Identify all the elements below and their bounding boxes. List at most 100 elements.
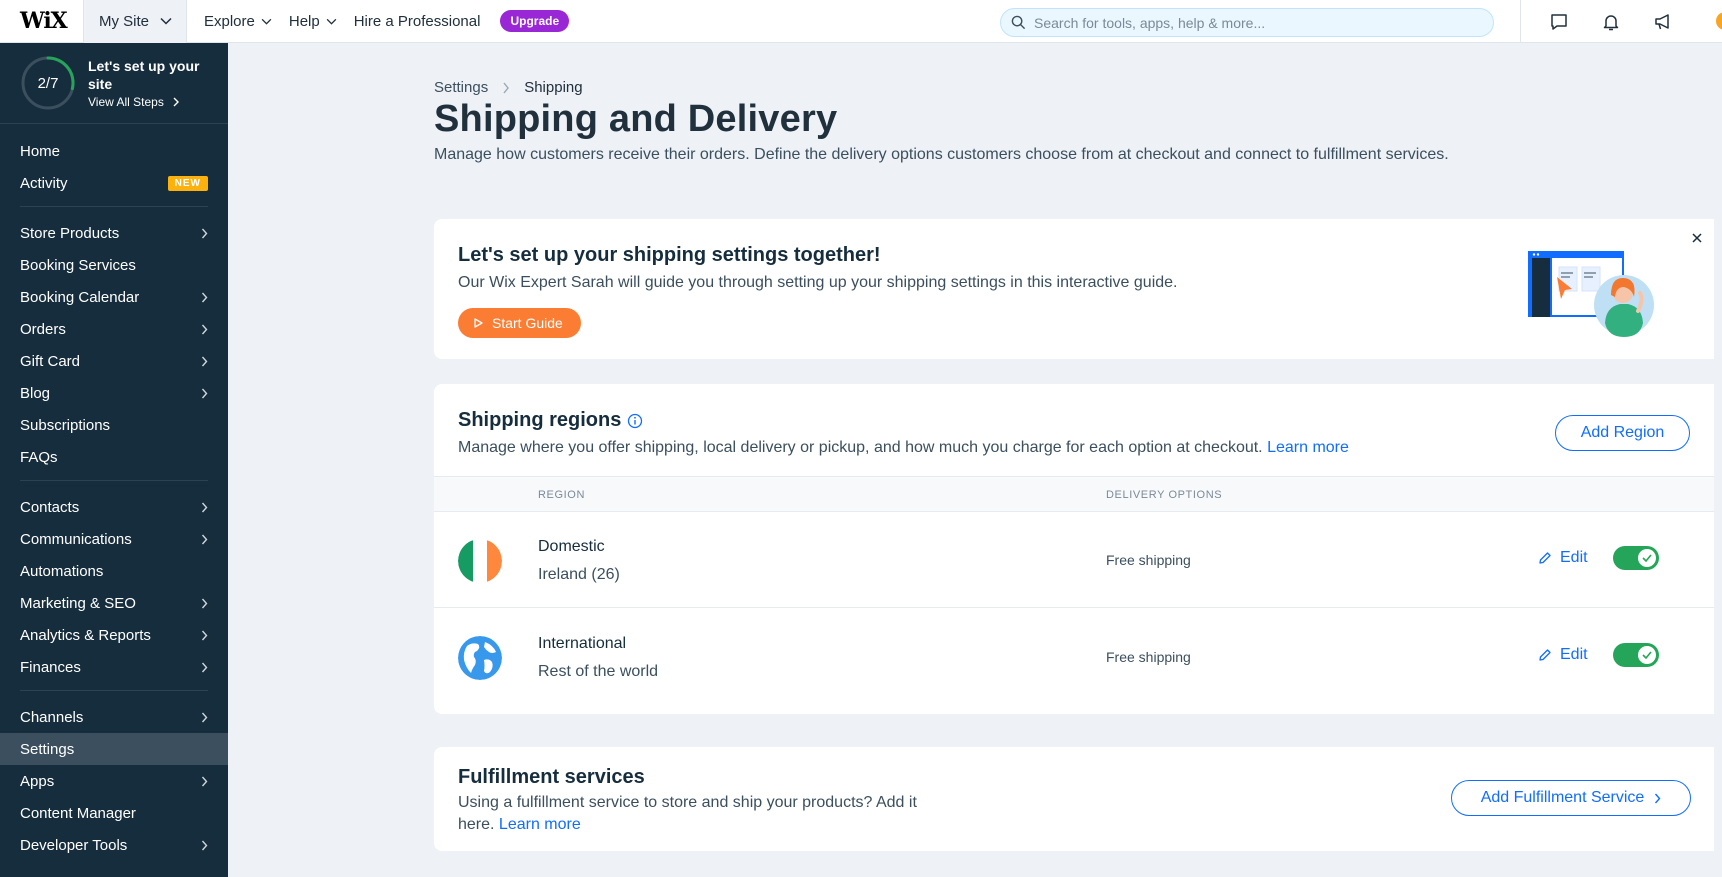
region-enabled-toggle[interactable]	[1613, 546, 1659, 570]
table-row[interactable]: Domestic Ireland (26) Free shipping Edit	[434, 512, 1714, 608]
setup-guide-card: Let's set up your shipping settings toge…	[434, 219, 1714, 359]
edit-region-button[interactable]: Edit	[1538, 549, 1588, 567]
chevron-right-icon	[201, 388, 208, 398]
setup-progress-widget[interactable]: 2/7 Let's set up your site View All Step…	[0, 43, 228, 124]
regions-heading: Shipping regions	[458, 409, 643, 432]
guide-description: Our Wix Expert Sarah will guide you thro…	[458, 274, 1178, 291]
fulfillment-description: Using a fulfillment service to store and…	[458, 792, 948, 836]
search-input[interactable]	[1034, 14, 1474, 31]
sidebar-item-communications[interactable]: Communications	[20, 523, 208, 555]
sidebar-item-orders[interactable]: Orders	[20, 313, 208, 345]
sidebar-item-label: Booking Services	[20, 256, 136, 274]
breadcrumb-settings[interactable]: Settings	[434, 79, 488, 96]
chevron-down-icon	[326, 18, 337, 25]
edit-label: Edit	[1560, 646, 1588, 663]
guide-illustration	[1528, 251, 1654, 337]
play-icon	[474, 318, 483, 328]
chevron-right-icon	[201, 534, 208, 544]
regions-description-text: Manage where you offer shipping, local d…	[458, 439, 1263, 456]
chevron-right-icon	[201, 712, 208, 722]
wix-logo[interactable]: WiX	[0, 0, 83, 43]
sidebar-item-channels[interactable]: Channels	[20, 701, 208, 733]
sidebar-item-label: Orders	[20, 320, 66, 338]
sidebar-item-label: Contacts	[20, 498, 80, 516]
toggle-knob	[1638, 549, 1656, 567]
sidebar-item-label: Developer Tools	[20, 836, 128, 854]
globe-icon	[458, 636, 502, 680]
chevron-right-icon	[201, 630, 208, 640]
sidebar-item-developer-tools[interactable]: Developer Tools	[20, 829, 208, 861]
sidebar-item-apps[interactable]: Apps	[20, 765, 208, 797]
table-row[interactable]: International Rest of the world Free shi…	[434, 609, 1714, 705]
column-region: REGION	[538, 489, 585, 501]
sidebar-item-label: Gift Card	[20, 352, 81, 370]
sidebar-item-label: Automations	[20, 562, 104, 580]
setup-title: Let's set up your site	[88, 58, 200, 92]
region-name: International	[538, 635, 627, 652]
pencil-icon	[1539, 649, 1551, 661]
sidebar-group: Home Activity NEW	[20, 135, 208, 207]
nav-explore[interactable]: Explore	[204, 13, 272, 30]
upgrade-button[interactable]: Upgrade	[500, 10, 570, 32]
sidebar-item-faqs[interactable]: FAQs	[20, 441, 208, 473]
progress-count: 2/7	[37, 74, 59, 92]
site-selector[interactable]: My Site	[83, 0, 187, 43]
edit-region-button[interactable]: Edit	[1538, 646, 1588, 664]
guide-title: Let's set up your shipping settings toge…	[458, 244, 881, 266]
chevron-right-icon	[1655, 793, 1661, 803]
add-fulfillment-label: Add Fulfillment Service	[1480, 789, 1645, 806]
close-icon[interactable]	[1689, 230, 1705, 246]
chevron-right-icon	[173, 97, 179, 107]
info-icon[interactable]	[627, 413, 643, 429]
sidebar-item-label: Booking Calendar	[20, 288, 140, 306]
column-delivery-options: DELIVERY OPTIONS	[1106, 489, 1223, 501]
regions-learn-more-link[interactable]: Learn more	[1267, 439, 1349, 456]
sidebar-item-label: Home	[20, 142, 61, 160]
bell-icon[interactable]	[1599, 10, 1623, 34]
chevron-right-icon	[201, 840, 208, 850]
sidebar-item-booking-services[interactable]: Booking Services	[20, 249, 208, 281]
sidebar-item-store-products[interactable]: Store Products	[20, 217, 208, 249]
sidebar-item-finances[interactable]: Finances	[20, 651, 208, 683]
sidebar-item-label: Settings	[20, 740, 75, 758]
chat-icon[interactable]	[1547, 10, 1571, 34]
sidebar-item-label: Content Manager	[20, 804, 136, 822]
sidebar-item-label: Blog	[20, 384, 51, 402]
chevron-right-icon	[201, 292, 208, 302]
sidebar-item-subscriptions[interactable]: Subscriptions	[20, 409, 208, 441]
sidebar-item-gift-card[interactable]: Gift Card	[20, 345, 208, 377]
nav-hire-label: Hire a Professional	[353, 12, 481, 30]
megaphone-icon[interactable]	[1651, 10, 1675, 34]
fulfillment-learn-more-link[interactable]: Learn more	[499, 816, 581, 833]
add-fulfillment-service-button[interactable]: Add Fulfillment Service	[1451, 780, 1691, 816]
regions-table-header: REGION DELIVERY OPTIONS	[434, 476, 1714, 512]
sidebar-item-label: Store Products	[20, 224, 120, 242]
nav-help[interactable]: Help	[289, 13, 337, 30]
sidebar-item-blog[interactable]: Blog	[20, 377, 208, 409]
region-enabled-toggle[interactable]	[1613, 643, 1659, 667]
sidebar-item-activity[interactable]: Activity NEW	[20, 167, 208, 199]
chevron-right-icon	[201, 356, 208, 366]
sidebar-item-booking-calendar[interactable]: Booking Calendar	[20, 281, 208, 313]
sidebar-nav: Home Activity NEW Store Products Booking Ser…	[0, 124, 228, 868]
nav-hire-professional[interactable]: Hire a Professional	[354, 13, 481, 30]
sidebar-item-marketing-and-seo[interactable]: Marketing & SEO	[20, 587, 208, 619]
sidebar-item-automations[interactable]: Automations	[20, 555, 208, 587]
sidebar-item-contacts[interactable]: Contacts	[20, 491, 208, 523]
region-name: Domestic	[538, 538, 605, 555]
avatar[interactable]	[1716, 12, 1722, 30]
view-all-steps-link[interactable]: View All Steps	[88, 95, 206, 109]
breadcrumb: Settings Shipping	[434, 79, 583, 96]
sidebar-item-content-manager[interactable]: Content Manager	[20, 797, 208, 829]
start-guide-button[interactable]: Start Guide	[458, 308, 581, 338]
sidebar-item-label: Apps	[20, 772, 55, 790]
sidebar-item-settings[interactable]: Settings	[0, 733, 228, 765]
sidebar-group: Channels Settings Apps Content Manager Devel…	[0, 701, 228, 868]
sidebar-item-home[interactable]: Home	[20, 135, 208, 167]
add-region-button[interactable]: Add Region	[1555, 415, 1690, 451]
chevron-right-icon	[201, 228, 208, 238]
sidebar-group: Store Products Booking Services Booking Ca…	[20, 217, 208, 481]
region-countries: Rest of the world	[538, 663, 659, 680]
sidebar-item-analytics-and-reports[interactable]: Analytics & Reports	[20, 619, 208, 651]
chevron-down-icon	[261, 18, 272, 25]
